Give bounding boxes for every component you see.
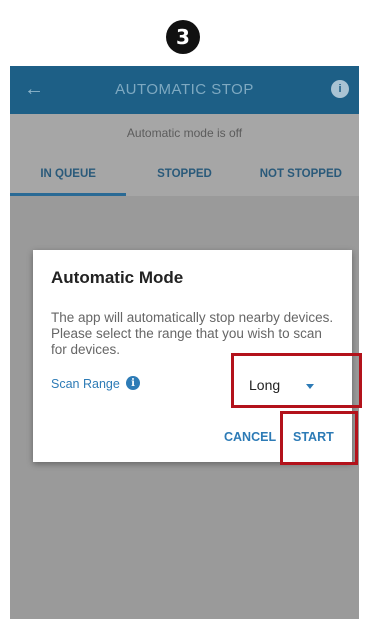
page-title: AUTOMATIC STOP — [115, 81, 254, 98]
info-icon[interactable]: i — [331, 80, 349, 98]
app-bar: ← AUTOMATIC STOP i — [10, 66, 359, 114]
range-highlight-box — [231, 353, 362, 408]
start-highlight-box — [280, 411, 358, 465]
tab-bar: IN QUEUE STOPPED NOT STOPPED — [10, 154, 359, 196]
automatic-mode-status: Automatic mode is off — [10, 114, 359, 154]
tab-stopped[interactable]: STOPPED — [126, 154, 242, 196]
dialog-title: Automatic Mode — [51, 268, 184, 287]
dialog-message: The app will automatically stop nearby d… — [51, 310, 334, 357]
scan-range-info-icon[interactable]: i — [126, 376, 140, 390]
tab-in-queue[interactable]: IN QUEUE — [10, 154, 127, 196]
step-number-badge: 3 — [166, 20, 200, 54]
cancel-button[interactable]: CANCEL — [224, 430, 276, 444]
scan-range-label: Scan Range — [51, 377, 120, 391]
tab-not-stopped[interactable]: NOT STOPPED — [243, 154, 359, 196]
